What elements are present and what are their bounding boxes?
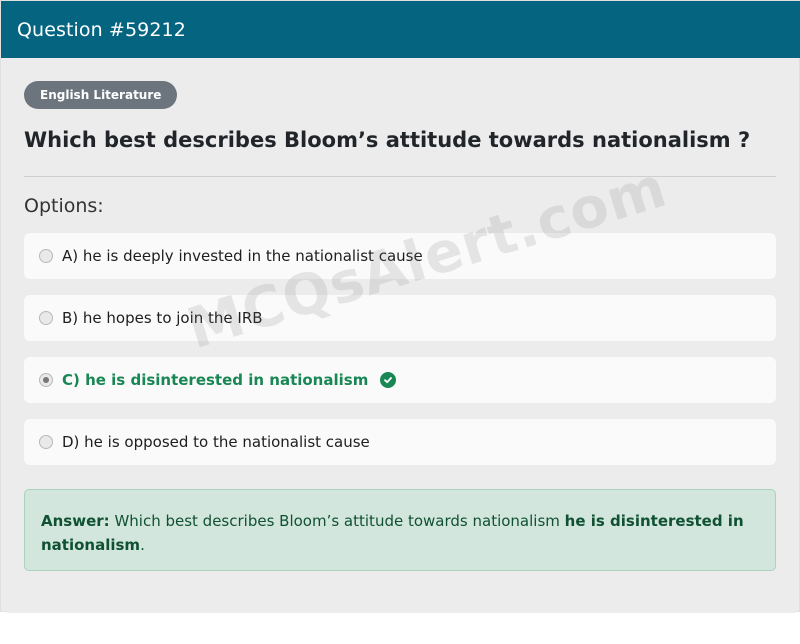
category-badge[interactable]: English Literature [24, 81, 178, 109]
option-d[interactable]: D) he is opposed to the nationalist caus… [24, 419, 776, 465]
option-c[interactable]: C) he is disinterested in nationalism [24, 357, 776, 403]
divider [24, 176, 776, 177]
option-a-label: A) he is deeply invested in the national… [62, 247, 423, 265]
card-header: Question #59212 [1, 1, 800, 58]
radio-selected-dot [43, 377, 49, 383]
answer-question-text: Which best describes Bloom’s attitude to… [114, 512, 560, 530]
option-a[interactable]: A) he is deeply invested in the national… [24, 233, 776, 279]
options-label: Options: [24, 195, 104, 217]
option-b-label: B) he hopes to join the IRB [62, 309, 263, 327]
option-c-radio[interactable] [39, 373, 53, 387]
option-d-radio[interactable] [39, 435, 53, 449]
option-a-radio[interactable] [39, 249, 53, 263]
question-number-title: Question #59212 [17, 18, 186, 41]
check-circle-icon [380, 372, 397, 388]
question-text: Which best describes Bloom’s attitude to… [24, 128, 751, 152]
answer-suffix: . [140, 536, 145, 554]
option-d-label: D) he is opposed to the nationalist caus… [62, 433, 370, 451]
answer-box: Answer: Which best describes Bloom’s att… [24, 489, 776, 571]
option-c-label: C) he is disinterested in nationalism [62, 371, 369, 389]
answer-label: Answer: [41, 512, 110, 530]
option-b-radio[interactable] [39, 311, 53, 325]
option-b[interactable]: B) he hopes to join the IRB [24, 295, 776, 341]
